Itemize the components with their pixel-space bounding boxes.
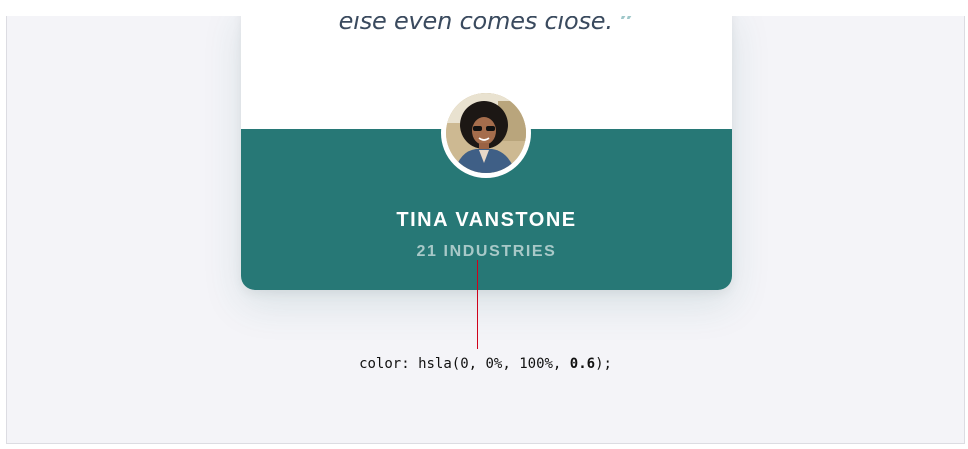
- css-annotation: color: hsla(0, 0%, 100%, 0.6);: [7, 356, 964, 372]
- annotation-pointer-line: [477, 260, 478, 349]
- avatar: [441, 88, 531, 178]
- testimonial-quote: else even comes close. ”: [241, 16, 732, 36]
- closing-quote-icon: ”: [618, 16, 635, 35]
- company-name: 21 INDUSTRIES: [416, 243, 557, 260]
- demo-panel: else even comes close. ” TINA VANSTONE 21…: [6, 16, 965, 444]
- person-name: TINA VANSTONE: [396, 209, 577, 231]
- css-annotation-suffix: );: [595, 356, 612, 372]
- quote-text: else even comes close.: [338, 16, 613, 35]
- css-annotation-value: 0.6: [569, 356, 596, 372]
- person-photo-avatar-icon: [446, 93, 526, 173]
- css-annotation-prefix: color: hsla(0, 0%, 100%,: [359, 356, 570, 372]
- testimonial-card: else even comes close. ” TINA VANSTONE 21…: [241, 16, 732, 290]
